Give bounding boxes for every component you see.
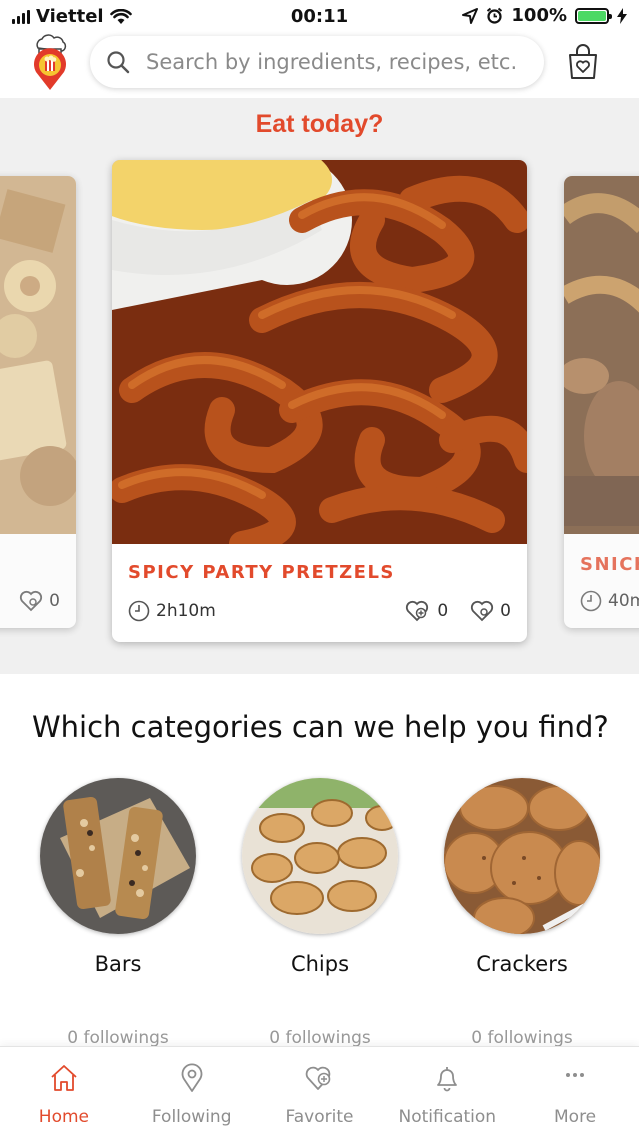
nav-label: More <box>554 1107 597 1127</box>
nav-label: Favorite <box>285 1107 354 1127</box>
recipe-time: 2h10m <box>156 601 216 621</box>
category-item-crackers[interactable]: Crackers 0 followings <box>442 778 602 1046</box>
status-right: 100% <box>462 5 627 26</box>
category-item-bars[interactable]: Bars 0 followings <box>38 778 198 1046</box>
like-heart-icon[interactable] <box>19 590 43 612</box>
category-item-chips[interactable]: Chips 0 followings <box>240 778 400 1046</box>
app-logo-icon[interactable] <box>26 34 74 92</box>
search-bar[interactable] <box>90 36 544 88</box>
status-bar: Viettel 00:11 100% <box>0 0 639 34</box>
favorite-count: 0 <box>437 601 449 621</box>
nav-label: Home <box>38 1107 89 1127</box>
location-arrow-icon <box>462 7 479 24</box>
recipe-image <box>564 176 639 534</box>
nav-item-following[interactable]: Following <box>128 1047 256 1136</box>
nav-item-notification[interactable]: Notification <box>383 1047 511 1136</box>
recipe-meta: 40m <box>580 590 639 612</box>
nav-item-home[interactable]: Home <box>0 1047 128 1136</box>
recipe-image <box>112 160 527 544</box>
like-heart-icon[interactable] <box>470 600 494 622</box>
category-followings: 0 followings <box>269 1028 371 1046</box>
alarm-icon <box>487 7 503 24</box>
category-name: Chips <box>290 952 350 976</box>
category-followings: 0 followings <box>67 1028 169 1046</box>
app-header <box>0 34 639 98</box>
category-name: Crackers <box>476 952 568 976</box>
recipe-meta: 2h10m 0 0 <box>128 600 511 622</box>
recipe-card[interactable]: SPICY PARTY PRETZELS 2h10m 0 0 <box>112 160 527 642</box>
featured-title: Eat today? <box>255 110 384 138</box>
recipe-title: SNICK <box>580 554 639 575</box>
recipe-card-next[interactable]: SNICK 40m <box>564 176 639 628</box>
search-input[interactable] <box>146 50 516 74</box>
category-image <box>40 778 196 934</box>
recipe-time: 40m <box>608 591 639 611</box>
charging-bolt-icon <box>617 7 627 24</box>
category-image <box>242 778 398 934</box>
recipe-image <box>0 176 76 534</box>
heart-plus-icon <box>306 1066 331 1090</box>
featured-section: Eat today? 0 SPICY PARTY PRETZELS 2h10m … <box>0 98 639 674</box>
favorite-add-icon[interactable] <box>405 600 431 622</box>
home-icon <box>51 1065 77 1091</box>
shopping-bag-icon[interactable] <box>566 44 600 80</box>
nav-label: Notification <box>398 1107 497 1127</box>
category-image <box>444 778 600 934</box>
battery-icon <box>575 7 612 24</box>
recipe-title: SPICY PARTY PRETZELS <box>128 562 395 583</box>
nav-item-more[interactable]: More <box>511 1047 639 1136</box>
categories-heading: Which categories can we help you find? <box>32 710 609 744</box>
search-icon <box>107 51 130 74</box>
more-dots-icon <box>566 1073 585 1077</box>
category-name: Bars <box>94 952 142 976</box>
like-count: 0 <box>49 591 60 611</box>
location-pin-icon <box>181 1063 203 1092</box>
category-followings: 0 followings <box>471 1028 573 1046</box>
battery-percent: 100% <box>511 5 567 26</box>
clock-icon <box>128 600 150 622</box>
clock-icon <box>580 590 602 612</box>
like-count: 0 <box>500 601 511 621</box>
bell-icon <box>437 1067 458 1092</box>
bottom-nav: Home Following Favorite Notification Mor… <box>0 1046 639 1136</box>
categories-section: Which categories can we help you find? B… <box>0 674 639 1046</box>
nav-item-favorite[interactable]: Favorite <box>256 1047 384 1136</box>
nav-label: Following <box>151 1107 232 1127</box>
recipe-meta: 0 <box>0 590 60 612</box>
recipe-card-previous[interactable]: 0 <box>0 176 76 628</box>
